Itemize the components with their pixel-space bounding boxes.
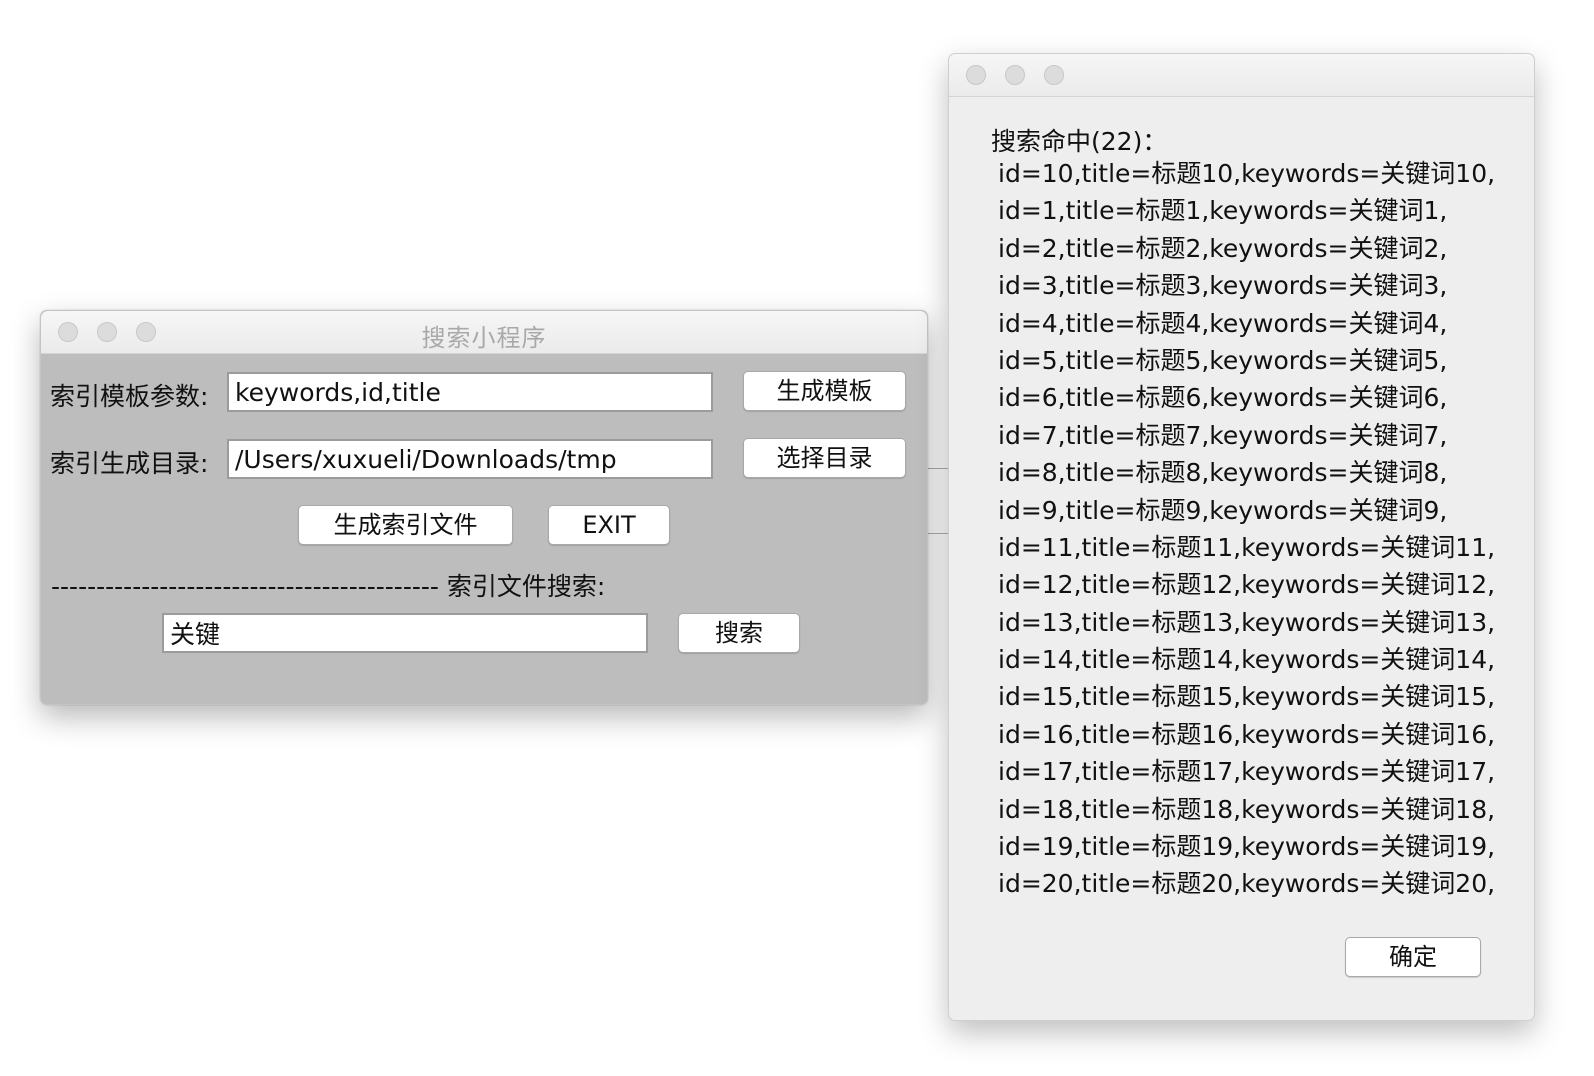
generate-template-button[interactable]: 生成模板 — [743, 371, 906, 411]
result-item: id=15,title=标题15,keywords=关键词15, — [998, 682, 1496, 712]
index-dir-input[interactable] — [227, 439, 713, 479]
result-item: id=20,title=标题20,keywords=关键词20, — [998, 869, 1496, 899]
result-item: id=19,title=标题19,keywords=关键词19, — [998, 832, 1496, 862]
window-edge-line — [928, 468, 948, 469]
zoom-icon[interactable] — [1044, 65, 1064, 85]
title-bar[interactable]: 搜索小程序 — [41, 311, 927, 354]
result-item: id=5,title=标题5,keywords=关键词5, — [998, 345, 1448, 375]
result-item: id=3,title=标题3,keywords=关键词3, — [998, 271, 1448, 301]
result-item: id=6,title=标题6,keywords=关键词6, — [998, 383, 1448, 413]
title-bar[interactable] — [949, 54, 1534, 97]
result-item: id=11,title=标题11,keywords=关键词11, — [998, 532, 1496, 562]
search-input[interactable] — [162, 613, 648, 653]
search-button[interactable]: 搜索 — [678, 613, 800, 653]
close-icon[interactable] — [966, 65, 986, 85]
minimize-icon[interactable] — [1005, 65, 1025, 85]
result-count-label: 搜索命中(22)： — [991, 127, 1168, 156]
result-item: id=18,title=标题18,keywords=关键词18, — [998, 794, 1496, 824]
exit-button[interactable]: EXIT — [548, 505, 670, 545]
result-item: id=2,title=标题2,keywords=关键词2, — [998, 233, 1448, 263]
result-item: id=13,title=标题13,keywords=关键词13, — [998, 607, 1496, 637]
result-item: id=7,title=标题7,keywords=关键词7, — [998, 420, 1448, 450]
result-item: id=12,title=标题12,keywords=关键词12, — [998, 570, 1496, 600]
result-item: id=16,title=标题16,keywords=关键词16, — [998, 719, 1496, 749]
search-section-separator: ----------------------------------------… — [51, 572, 606, 601]
result-list: id=10,title=标题10,keywords=关键词10, id=1,tit… — [998, 155, 1495, 903]
choose-dir-button[interactable]: 选择目录 — [743, 438, 906, 478]
generate-index-button[interactable]: 生成索引文件 — [298, 505, 513, 545]
window-edge-line — [928, 533, 948, 534]
window-title: 搜索小程序 — [421, 324, 547, 352]
result-item: id=1,title=标题1,keywords=关键词1, — [998, 196, 1448, 226]
template-params-input[interactable] — [227, 372, 713, 412]
result-item: id=8,title=标题8,keywords=关键词8, — [998, 458, 1448, 488]
result-item: id=10,title=标题10,keywords=关键词10, — [998, 159, 1496, 188]
result-item: id=9,title=标题9,keywords=关键词9, — [998, 495, 1448, 525]
ok-button[interactable]: 确定 — [1345, 937, 1481, 977]
result-item: id=14,title=标题14,keywords=关键词14, — [998, 645, 1496, 675]
search-result-dialog: 搜索命中(22)： id=10,title=标题10,keywords=关键词1… — [948, 53, 1535, 1021]
search-app-window: 搜索小程序 索引模板参数: 生成模板 索引生成目录: 选择目录 生成索引文件 E… — [40, 310, 928, 705]
index-dir-label: 索引生成目录: — [50, 449, 209, 478]
result-item: id=17,title=标题17,keywords=关键词17, — [998, 757, 1496, 787]
template-params-label: 索引模板参数: — [50, 382, 209, 411]
result-item: id=4,title=标题4,keywords=关键词4, — [998, 308, 1448, 338]
